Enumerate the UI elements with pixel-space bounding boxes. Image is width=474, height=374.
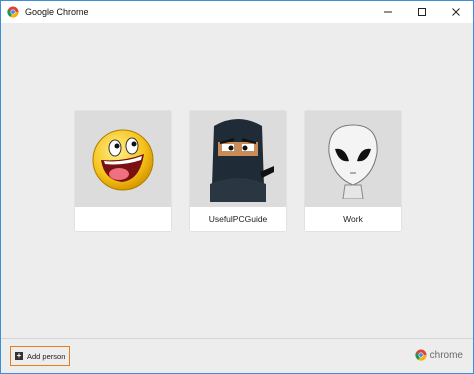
profile-name: Work [343, 214, 363, 224]
close-button[interactable] [439, 1, 473, 23]
brand-text: chrome [429, 349, 463, 361]
add-person-button[interactable]: + Add person [10, 346, 70, 366]
ninja-avatar-icon [210, 119, 274, 202]
footer-bar: + Add person chrome [1, 338, 473, 373]
minimize-button[interactable] [371, 1, 405, 23]
window-controls [371, 1, 473, 23]
add-person-label: Add person [27, 351, 66, 361]
alien-avatar-icon [328, 124, 378, 199]
profile-card-smiley[interactable] [75, 111, 171, 231]
profile-name [75, 207, 171, 231]
chrome-logo-icon [415, 349, 427, 361]
window-title: Google Chrome [25, 7, 89, 17]
chrome-brand: chrome [415, 349, 463, 361]
profile-list: UsefulPCGuide Work [75, 111, 401, 231]
profile-card-usefulpcguide[interactable]: UsefulPCGuide [190, 111, 286, 231]
minimize-icon [384, 11, 392, 13]
profile-card-work[interactable]: Work [305, 111, 401, 231]
maximize-icon [418, 8, 426, 16]
chrome-profile-window: Google Chrome UsefulPCGuide Work + Add p… [0, 0, 474, 374]
chrome-logo-icon [7, 6, 19, 18]
profile-name: UsefulPCGuide [208, 214, 268, 224]
plus-icon: + [15, 351, 23, 360]
profile-avatar [305, 111, 401, 207]
profile-avatar [75, 111, 171, 207]
smiley-face-avatar-icon [92, 129, 154, 191]
title-bar: Google Chrome [1, 1, 473, 23]
close-icon [452, 8, 460, 16]
profile-avatar [190, 111, 286, 207]
maximize-button[interactable] [405, 1, 439, 23]
